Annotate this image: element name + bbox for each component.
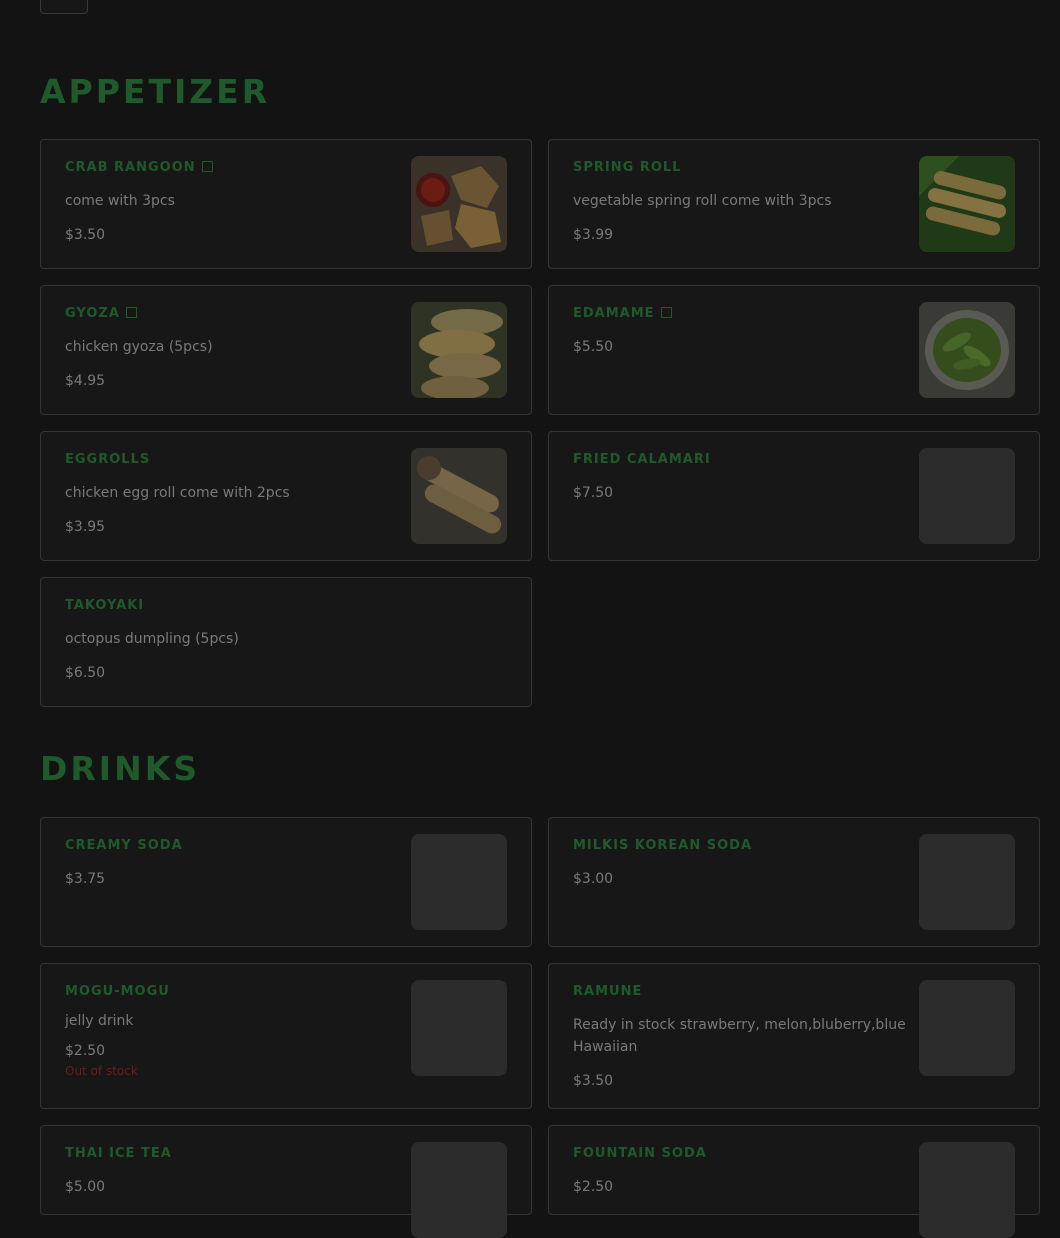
- item-price: $3.75: [65, 871, 106, 887]
- item-description: Ready in stock strawberry, melon,bluberr…: [573, 1017, 906, 1055]
- item-price: $4.95: [65, 373, 106, 389]
- menu-item-card[interactable]: Crab Rangoon come with 3pcs $3.50: [40, 139, 532, 269]
- menu-item-card[interactable]: Fried Calamari $7.50: [548, 431, 1040, 561]
- item-description: jelly drink: [65, 1013, 134, 1029]
- section-title-drinks: Drinks: [40, 749, 201, 788]
- item-name: Creamy Soda: [65, 838, 183, 853]
- section-title-appetizer: Appetizer: [40, 72, 271, 111]
- item-price: $3.95: [65, 519, 106, 535]
- image-placeholder: [411, 834, 507, 930]
- image-placeholder: [411, 1142, 507, 1238]
- out-of-stock-label: Out of stock: [65, 1064, 138, 1078]
- item-name: Fried Calamari: [573, 452, 711, 467]
- menu-item-card[interactable]: Gyoza chicken gyoza (5pcs) $4.95: [40, 285, 532, 415]
- image-placeholder: [919, 834, 1015, 930]
- menu-item-card[interactable]: Milkis Korean Soda $3.00: [548, 817, 1040, 947]
- spring-roll-image: [919, 156, 1015, 252]
- item-description: vegetable spring roll come with 3pcs: [573, 193, 832, 209]
- item-price: $2.50: [65, 1043, 106, 1059]
- item-name: Mogu-Mogu: [65, 984, 170, 999]
- menu-item-card[interactable]: Fountain Soda $2.50: [548, 1125, 1040, 1238]
- menu-item-card[interactable]: Edamame $5.50: [548, 285, 1040, 415]
- menu-item-card[interactable]: Mogu-Mogu jelly drink $2.50 Out of stock: [40, 963, 532, 1109]
- menu-item-card[interactable]: Spring Roll vegetable spring roll come w…: [548, 139, 1040, 269]
- item-price: $3.00: [573, 871, 614, 887]
- item-name: Takoyaki: [65, 598, 145, 613]
- item-price: $2.50: [573, 1179, 614, 1195]
- item-name: Edamame: [573, 306, 672, 321]
- badge-icon: [201, 161, 213, 172]
- menu-item-card[interactable]: Takoyaki octopus dumpling (5pcs) $6.50: [40, 577, 532, 707]
- badge-icon: [125, 307, 137, 318]
- badge-icon: [660, 307, 672, 318]
- gyoza-image: [411, 302, 507, 398]
- item-name: Crab Rangoon: [65, 160, 213, 175]
- menu-item-card[interactable]: Thai Ice Tea $5.00: [40, 1125, 532, 1238]
- category-tab-button[interactable]: [40, 0, 88, 14]
- item-name: Eggrolls: [65, 452, 151, 467]
- item-price: $5.50: [573, 339, 614, 355]
- menu-item-card[interactable]: Eggrolls chicken egg roll come with 2pcs…: [40, 431, 532, 561]
- item-price: $6.50: [65, 665, 106, 681]
- menu-item-card[interactable]: Ramune Ready in stock strawberry, melon,…: [548, 963, 1040, 1109]
- item-price: $7.50: [573, 485, 614, 501]
- item-name: Milkis Korean Soda: [573, 838, 753, 853]
- item-price: $5.00: [65, 1179, 106, 1195]
- item-name: Gyoza: [65, 306, 137, 321]
- image-placeholder: [919, 1142, 1015, 1238]
- item-name: Ramune: [573, 984, 643, 999]
- item-description: come with 3pcs: [65, 193, 175, 209]
- item-description: octopus dumpling (5pcs): [65, 631, 239, 647]
- image-placeholder: [919, 448, 1015, 544]
- item-price: $3.99: [573, 227, 614, 243]
- edamame-image: [919, 302, 1015, 398]
- eggroll-image: [411, 448, 507, 544]
- item-price: $3.50: [65, 227, 106, 243]
- item-description: chicken egg roll come with 2pcs: [65, 485, 290, 501]
- item-price: $3.50: [573, 1073, 614, 1089]
- crab-rangoon-image: [411, 156, 507, 252]
- item-name: Fountain Soda: [573, 1146, 707, 1161]
- image-placeholder: [919, 980, 1015, 1076]
- menu-item-card[interactable]: Creamy Soda $3.75: [40, 817, 532, 947]
- item-name: Thai Ice Tea: [65, 1146, 172, 1161]
- image-placeholder: [411, 980, 507, 1076]
- item-description: chicken gyoza (5pcs): [65, 339, 213, 355]
- item-name: Spring Roll: [573, 160, 682, 175]
